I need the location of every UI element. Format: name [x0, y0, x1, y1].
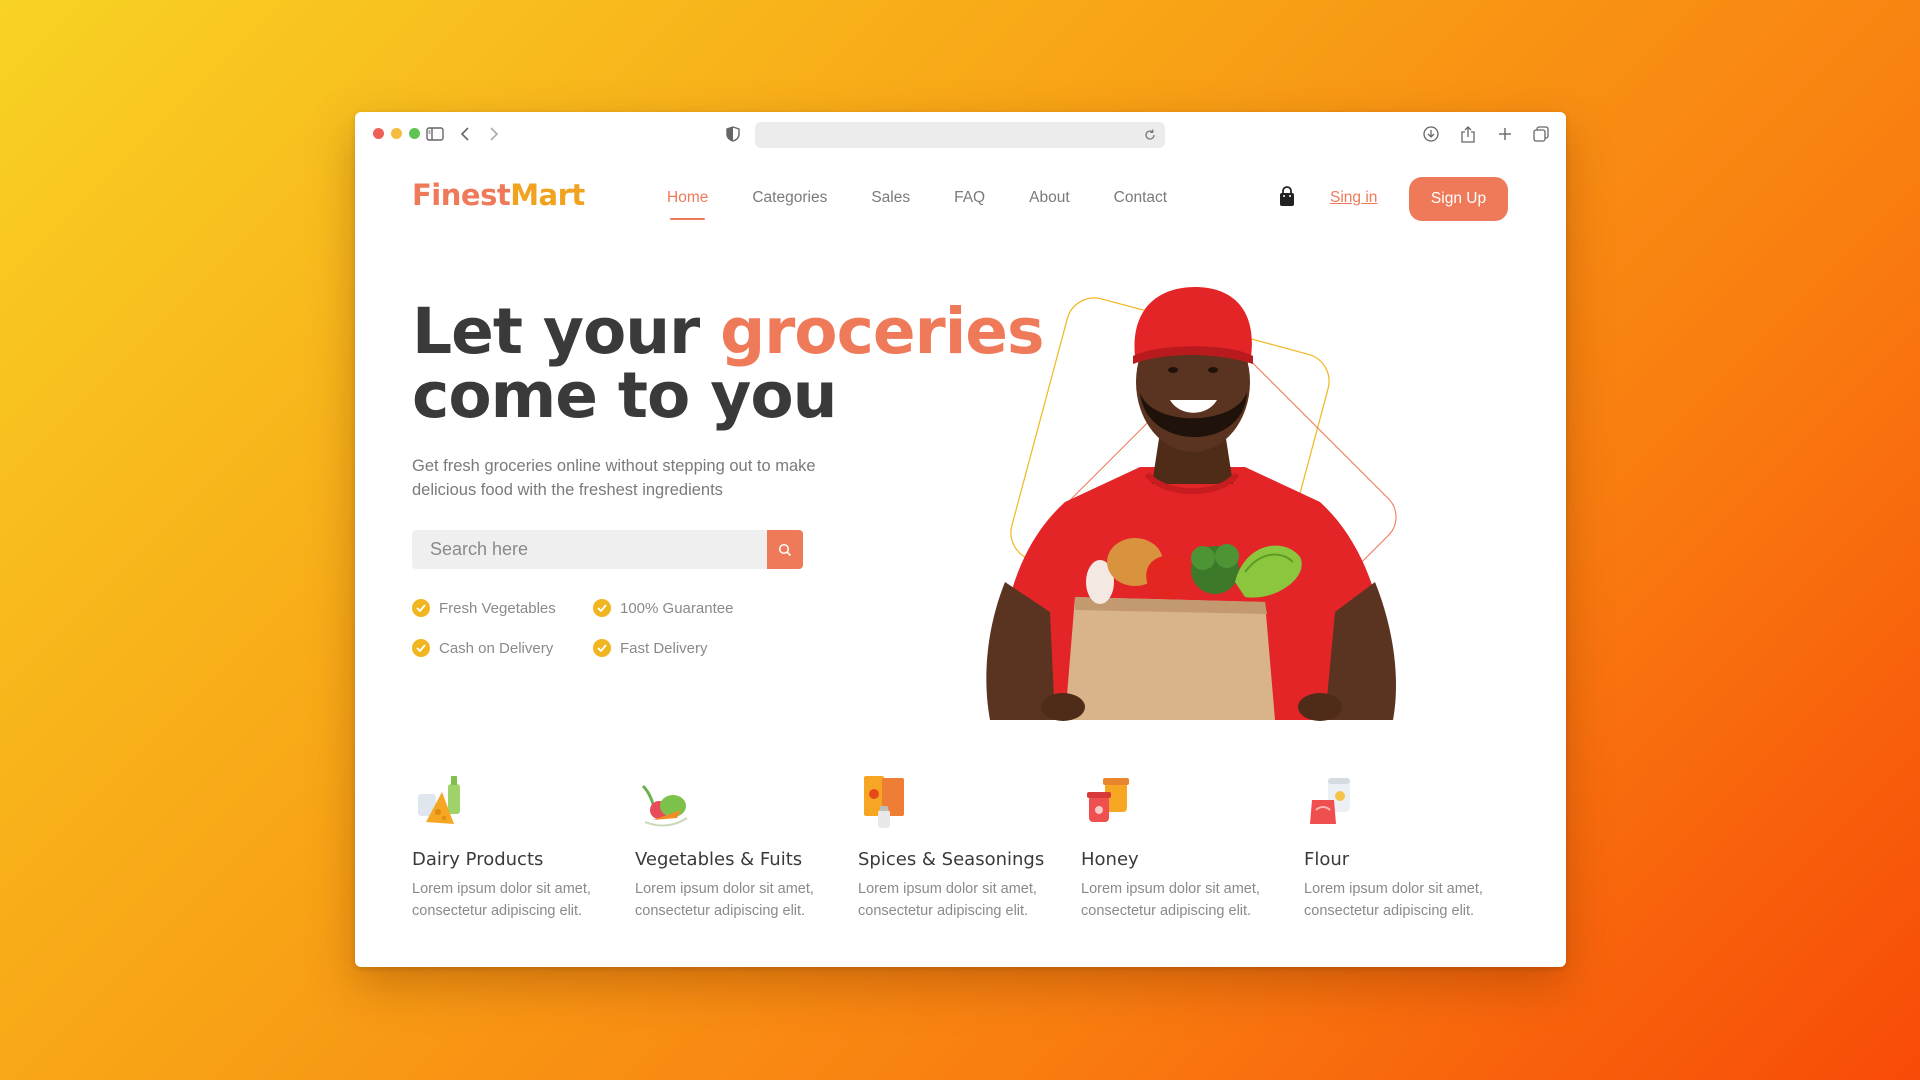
- brand-name-part1: Finest: [412, 178, 511, 212]
- nav-faq[interactable]: FAQ: [954, 189, 985, 207]
- hero-title-part1: Let your: [412, 295, 721, 368]
- check-icon: [412, 599, 430, 617]
- search-bar: [412, 530, 803, 569]
- nav-sales[interactable]: Sales: [871, 189, 910, 207]
- category-description: Lorem ipsum dolor sit amet, consectetur …: [1081, 881, 1260, 919]
- category-description: Lorem ipsum dolor sit amet, consectetur …: [635, 881, 814, 919]
- feature-fresh-vegetables: Fresh Vegetables: [412, 599, 556, 617]
- maximize-window-button[interactable]: [409, 128, 420, 139]
- spices-icon: [864, 776, 904, 828]
- signin-link[interactable]: Sing in: [1330, 189, 1377, 207]
- nav-home[interactable]: Home: [667, 189, 708, 220]
- honey-icon: [1087, 778, 1129, 822]
- feature-label: Cash on Delivery: [439, 639, 554, 657]
- category-description: Lorem ipsum dolor sit amet, consectetur …: [412, 881, 591, 919]
- new-tab-icon[interactable]: [1495, 124, 1515, 144]
- browser-toolbar: [355, 112, 1566, 156]
- category-vegetables[interactable]: Vegetables & Fuits Lorem ipsum dolor sit…: [635, 772, 845, 922]
- flour-icon: [1310, 778, 1350, 824]
- search-icon: [778, 543, 792, 556]
- hero-delivery-man-image: [986, 287, 1397, 721]
- browser-window: FinestMart Home Categories Sales FAQ Abo…: [355, 112, 1566, 967]
- category-title: Honey: [1081, 849, 1139, 870]
- category-title: Dairy Products: [412, 849, 544, 870]
- hero-title-part2: come to you: [412, 359, 837, 432]
- nav-categories[interactable]: Categories: [752, 189, 827, 207]
- feature-label: Fresh Vegetables: [439, 599, 556, 617]
- dairy-icon: [418, 776, 460, 824]
- category-title: Vegetables & Fuits: [635, 849, 803, 870]
- search-button[interactable]: [767, 530, 803, 569]
- forward-icon[interactable]: [484, 124, 504, 144]
- hero-subtitle: Get fresh groceries online without stepp…: [412, 457, 816, 499]
- address-bar[interactable]: [755, 122, 1165, 148]
- shopping-bag-icon[interactable]: [1277, 186, 1297, 208]
- download-icon[interactable]: [1421, 124, 1441, 144]
- brand-logo[interactable]: FinestMart: [412, 178, 585, 212]
- close-window-button[interactable]: [373, 128, 384, 139]
- tabs-overview-icon[interactable]: [1531, 124, 1551, 144]
- category-description: Lorem ipsum dolor sit amet, consectetur …: [858, 881, 1037, 919]
- feature-label: 100% Guarantee: [620, 599, 734, 617]
- search-input[interactable]: [412, 530, 767, 569]
- check-icon: [412, 639, 430, 657]
- sidebar-icon[interactable]: [425, 124, 445, 144]
- category-title: Spices & Seasonings: [858, 849, 1045, 870]
- share-icon[interactable]: [1458, 124, 1478, 144]
- check-icon: [593, 599, 611, 617]
- category-dairy-products[interactable]: Dairy Products Lorem ipsum dolor sit ame…: [412, 772, 622, 922]
- category-spices[interactable]: Spices & Seasonings Lorem ipsum dolor si…: [858, 772, 1068, 922]
- feature-label: Fast Delivery: [620, 639, 708, 657]
- category-honey[interactable]: Honey Lorem ipsum dolor sit amet, consec…: [1081, 772, 1291, 922]
- shield-icon[interactable]: [723, 124, 743, 144]
- main-nav: Home Categories Sales FAQ About Contact: [667, 189, 1211, 220]
- nav-about[interactable]: About: [1029, 189, 1070, 207]
- back-icon[interactable]: [455, 124, 475, 144]
- feature-cash-on-delivery: Cash on Delivery: [412, 639, 553, 657]
- signup-button[interactable]: Sign Up: [1409, 177, 1508, 221]
- category-title: Flour: [1304, 849, 1350, 870]
- feature-fast-delivery: Fast Delivery: [593, 639, 708, 657]
- url-input[interactable]: [755, 122, 1135, 148]
- brand-name-part2: Mart: [510, 178, 585, 212]
- vegetables-icon: [641, 784, 688, 827]
- category-description: Lorem ipsum dolor sit amet, consectetur …: [1304, 881, 1483, 919]
- nav-contact[interactable]: Contact: [1114, 189, 1167, 207]
- category-flour[interactable]: Flour Lorem ipsum dolor sit amet, consec…: [1304, 772, 1514, 922]
- reload-icon[interactable]: [1141, 126, 1159, 144]
- minimize-window-button[interactable]: [391, 128, 402, 139]
- check-icon: [593, 639, 611, 657]
- feature-guarantee: 100% Guarantee: [593, 599, 733, 617]
